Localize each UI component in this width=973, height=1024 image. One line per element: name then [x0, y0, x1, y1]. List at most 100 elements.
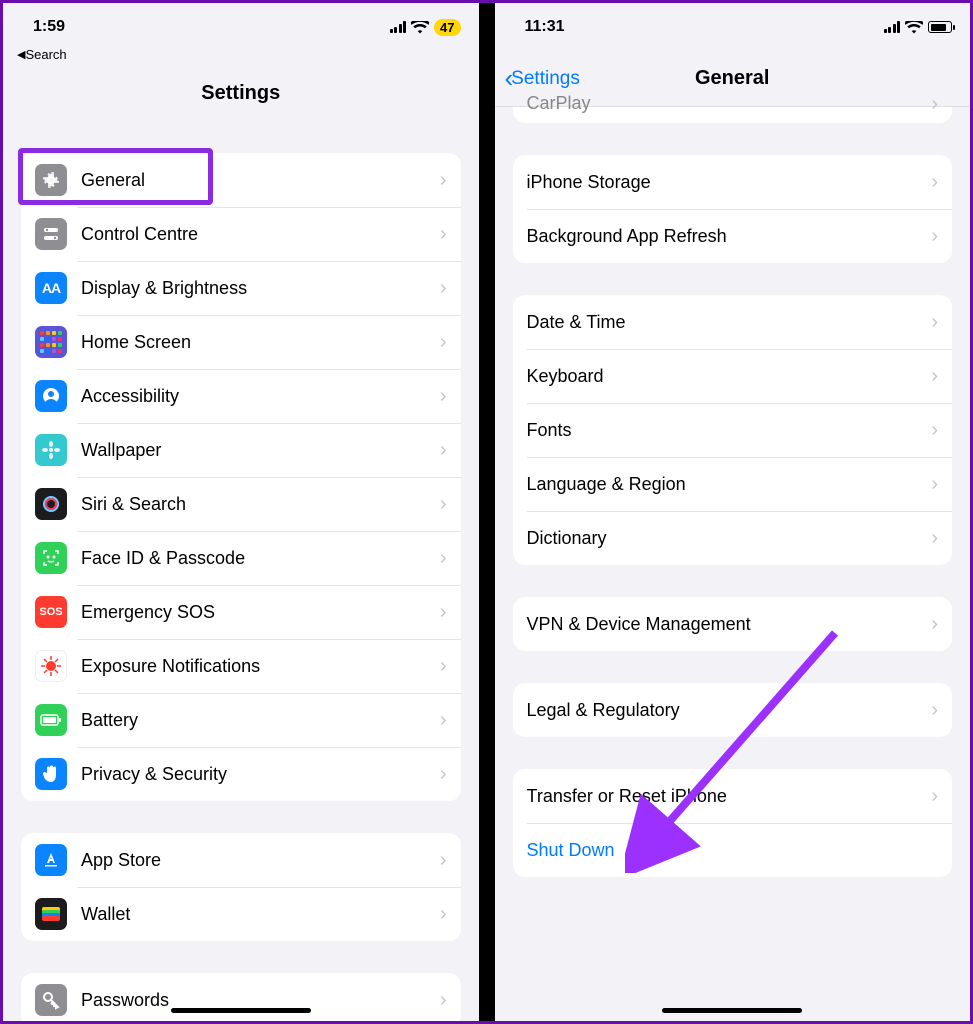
- settings-row-general[interactable]: General›: [21, 153, 461, 207]
- right-phone-frame: 11:31 ‹ Settings General CarPlay› iPhone…: [495, 3, 971, 1021]
- settings-row-passwords[interactable]: Passwords›: [21, 973, 461, 1021]
- chevron-right-icon: ›: [931, 473, 938, 496]
- settings-row-app-store[interactable]: App Store›: [21, 833, 461, 887]
- chevron-right-icon: ›: [440, 385, 447, 408]
- chevron-right-icon: ›: [440, 989, 447, 1012]
- row-label: VPN & Device Management: [527, 614, 932, 635]
- page-title: General: [695, 67, 769, 90]
- row-label: Date & Time: [527, 312, 932, 333]
- general-row-background-app-refresh[interactable]: Background App Refresh›: [513, 209, 953, 263]
- row-label: Privacy & Security: [81, 764, 440, 785]
- key-icon: [35, 984, 67, 1016]
- person-icon: [35, 380, 67, 412]
- chevron-right-icon: ›: [440, 547, 447, 570]
- row-label: Transfer or Reset iPhone: [527, 786, 932, 807]
- general-row-vpn-device-management[interactable]: VPN & Device Management›: [513, 597, 953, 651]
- home-indicator: [171, 1008, 311, 1013]
- settings-row-exposure-notifications[interactable]: Exposure Notifications›: [21, 639, 461, 693]
- siri-icon: [35, 488, 67, 520]
- row-label: iPhone Storage: [527, 172, 932, 193]
- settings-row-siri-search[interactable]: Siri & Search›: [21, 477, 461, 531]
- chevron-right-icon: ›: [440, 277, 447, 300]
- general-group-vpn: VPN & Device Management›: [513, 597, 953, 651]
- general-row-language-region[interactable]: Language & Region›: [513, 457, 953, 511]
- settings-row-display-brightness[interactable]: AA Display & Brightness›: [21, 261, 461, 315]
- chevron-right-icon: ›: [931, 419, 938, 442]
- general-row-date-time[interactable]: Date & Time›: [513, 295, 953, 349]
- row-label: Keyboard: [527, 366, 932, 387]
- settings-row-emergency-sos[interactable]: SOSEmergency SOS›: [21, 585, 461, 639]
- row-label: Wallet: [81, 904, 440, 925]
- general-row-fonts[interactable]: Fonts›: [513, 403, 953, 457]
- settings-group-store: App Store›Wallet›: [21, 833, 461, 941]
- general-row-legal-regulatory[interactable]: Legal & Regulatory›: [513, 683, 953, 737]
- chevron-right-icon: ›: [440, 439, 447, 462]
- cellular-signal-icon: [390, 21, 407, 33]
- chevron-right-icon: ›: [931, 225, 938, 248]
- general-row-carplay[interactable]: CarPlay›: [513, 93, 953, 123]
- battery-icon: [928, 21, 952, 33]
- row-label: Exposure Notifications: [81, 656, 440, 677]
- wifi-icon: [905, 21, 923, 34]
- row-label: Shut Down: [527, 840, 939, 861]
- nav-back-button[interactable]: ‹ Settings: [505, 63, 580, 94]
- chevron-right-icon: ›: [440, 709, 447, 732]
- row-label: Dictionary: [527, 528, 932, 549]
- general-group-prefs: Date & Time›Keyboard›Fonts›Language & Re…: [513, 295, 953, 565]
- row-label: CarPlay: [527, 93, 932, 114]
- general-row-iphone-storage[interactable]: iPhone Storage›: [513, 155, 953, 209]
- chevron-right-icon: ›: [440, 763, 447, 786]
- settings-row-battery[interactable]: Battery›: [21, 693, 461, 747]
- settings-list: General›Control Centre› AA Display & Brigh…: [3, 153, 479, 1021]
- row-label: Siri & Search: [81, 494, 440, 515]
- general-row-keyboard[interactable]: Keyboard›: [513, 349, 953, 403]
- back-to-search-link[interactable]: ◀ Search: [17, 47, 67, 62]
- settings-group-system: General›Control Centre› AA Display & Brigh…: [21, 153, 461, 801]
- home-indicator: [662, 1008, 802, 1013]
- clock: 1:59: [33, 18, 65, 36]
- aa-icon: AA: [35, 272, 67, 304]
- chevron-right-icon: ›: [440, 601, 447, 624]
- left-phone-frame: 1:59 47 ◀ Search Settings General›Contro…: [3, 3, 479, 1021]
- chevron-right-icon: ›: [440, 223, 447, 246]
- row-label: Face ID & Passcode: [81, 548, 440, 569]
- row-label: App Store: [81, 850, 440, 871]
- chevron-right-icon: ›: [440, 331, 447, 354]
- chevron-right-icon: ›: [931, 699, 938, 722]
- general-row-dictionary[interactable]: Dictionary›: [513, 511, 953, 565]
- row-label: Legal & Regulatory: [527, 700, 932, 721]
- chevron-right-icon: ›: [931, 785, 938, 808]
- settings-row-wallpaper[interactable]: Wallpaper›: [21, 423, 461, 477]
- battery-percent: 47: [434, 19, 460, 36]
- settings-group-passwords: Passwords›: [21, 973, 461, 1021]
- chevron-right-icon: ›: [931, 527, 938, 550]
- row-label: Emergency SOS: [81, 602, 440, 623]
- row-label: Fonts: [527, 420, 932, 441]
- general-row-transfer-or-reset-iphone[interactable]: Transfer or Reset iPhone›: [513, 769, 953, 823]
- image-divider: [479, 3, 495, 1021]
- status-bar: 11:31: [495, 3, 971, 51]
- settings-row-privacy-security[interactable]: Privacy & Security›: [21, 747, 461, 801]
- chevron-right-icon: ›: [440, 849, 447, 872]
- settings-row-face-id-passcode[interactable]: Face ID & Passcode›: [21, 531, 461, 585]
- gear-icon: [35, 164, 67, 196]
- face-icon: [35, 542, 67, 574]
- row-label: Home Screen: [81, 332, 440, 353]
- general-row-shut-down[interactable]: Shut Down: [513, 823, 953, 877]
- settings-row-wallet[interactable]: Wallet›: [21, 887, 461, 941]
- grid-icon: [35, 326, 67, 358]
- wifi-icon: [411, 21, 429, 34]
- chevron-right-icon: ›: [931, 93, 938, 116]
- virus-icon: [35, 650, 67, 682]
- chevron-right-icon: ›: [931, 171, 938, 194]
- back-triangle-icon: ◀: [17, 48, 25, 61]
- settings-row-accessibility[interactable]: Accessibility›: [21, 369, 461, 423]
- flower-icon: [35, 434, 67, 466]
- settings-row-home-screen[interactable]: Home Screen›: [21, 315, 461, 369]
- row-label: Background App Refresh: [527, 226, 932, 247]
- battery-icon: [35, 704, 67, 736]
- chevron-right-icon: ›: [440, 169, 447, 192]
- general-group-reset: Transfer or Reset iPhone› Shut Down: [513, 769, 953, 877]
- settings-row-control-centre[interactable]: Control Centre›: [21, 207, 461, 261]
- row-label: Display & Brightness: [81, 278, 440, 299]
